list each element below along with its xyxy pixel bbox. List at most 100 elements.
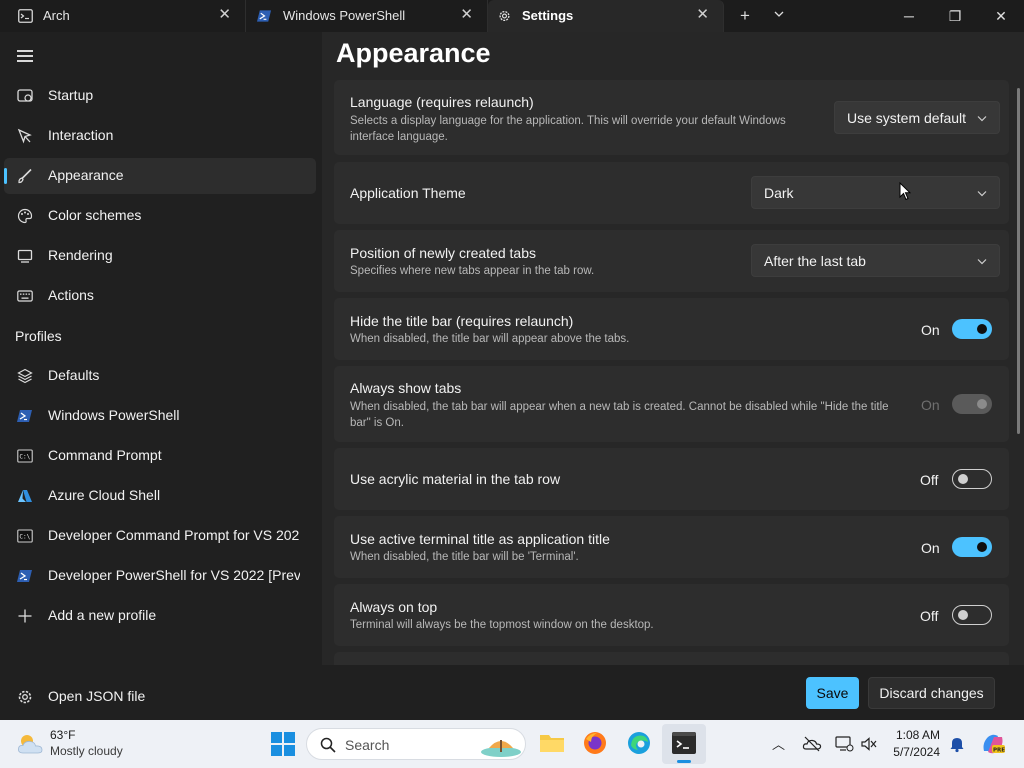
plus-icon — [18, 609, 32, 623]
nav-item-command-prompt[interactable]: C:\ Command Prompt — [4, 438, 316, 474]
copilot-icon[interactable]: PRE — [980, 731, 1006, 757]
setting-acrylic-tab-row: Use acrylic material in the tab row Off — [334, 448, 1009, 510]
clock-time[interactable]: 1:08 AM — [880, 728, 940, 742]
close-icon[interactable]: ✕ — [460, 7, 473, 23]
hide-title-bar-toggle[interactable] — [952, 319, 992, 339]
nav-item-add-profile[interactable]: Add a new profile — [4, 598, 316, 634]
action-bar: Save Discard changes — [322, 665, 1024, 720]
network-icon[interactable] — [834, 734, 854, 754]
onedrive-off-icon[interactable] — [802, 734, 822, 754]
tab-position-dropdown[interactable]: After the last tab — [751, 244, 1000, 277]
nav-item-developer-powershell[interactable]: Developer PowerShell for VS 2022 [Previe… — [4, 558, 316, 594]
nav-item-color-schemes[interactable]: Color schemes — [4, 198, 316, 234]
nav-label: Developer PowerShell for VS 2022 [Previe… — [48, 567, 300, 583]
firefox-icon[interactable] — [582, 730, 608, 756]
search-highlight-icon — [481, 740, 521, 757]
chevron-down-icon — [977, 116, 987, 122]
setting-language: Language (requires relaunch) Selects a d… — [334, 80, 1009, 155]
toggle-state-label: Off — [920, 472, 939, 488]
search-icon — [320, 737, 336, 753]
tab-label: Settings — [522, 8, 574, 23]
weather-widget[interactable]: 63°F Mostly cloudy — [12, 724, 132, 764]
close-icon[interactable]: ✕ — [696, 7, 709, 23]
hamburger-menu-icon[interactable] — [17, 50, 33, 62]
svg-text:C:\: C:\ — [19, 454, 30, 461]
clock-date[interactable]: 5/7/2024 — [880, 745, 940, 759]
nav-item-open-json[interactable]: Open JSON file — [4, 679, 316, 715]
mouse-cursor-icon — [899, 182, 911, 201]
setting-always-on-top: Always on top Terminal will always be th… — [334, 584, 1009, 646]
tab-settings[interactable]: Settings ✕ — [488, 0, 724, 32]
nav-item-windows-powershell[interactable]: Windows PowerShell — [4, 398, 316, 434]
save-button[interactable]: Save — [806, 677, 859, 709]
always-on-top-toggle[interactable] — [952, 605, 992, 625]
nav-item-developer-command-prompt[interactable]: C:\ Developer Command Prompt for VS 2022… — [4, 518, 316, 554]
active-title-toggle[interactable] — [952, 537, 992, 557]
nav-item-defaults[interactable]: Defaults — [4, 358, 316, 394]
nav-label: Interaction — [48, 127, 114, 143]
close-window-button[interactable]: ✕ — [978, 0, 1024, 32]
search-placeholder: Search — [345, 737, 390, 753]
layers-icon — [17, 368, 33, 384]
nav-item-startup[interactable]: Startup — [4, 78, 316, 114]
minimize-button[interactable]: ─ — [886, 0, 932, 32]
setting-description: Terminal will always be the topmost wind… — [350, 619, 654, 631]
maximize-button[interactable]: ❐ — [932, 0, 978, 32]
windows-start-icon[interactable] — [271, 732, 295, 756]
chevron-down-icon — [977, 191, 987, 197]
setting-title: Use acrylic material in the tab row — [350, 471, 561, 487]
weather-temperature: 63°F — [50, 728, 76, 742]
cursor-icon — [17, 128, 32, 144]
gear-icon — [499, 10, 510, 22]
language-dropdown[interactable]: Use system default — [834, 101, 1000, 134]
svg-text:C:\: C:\ — [19, 534, 30, 541]
nav-item-azure-cloud-shell[interactable]: Azure Cloud Shell — [4, 478, 316, 514]
terminal-icon — [672, 732, 696, 754]
nav-label: Color schemes — [48, 207, 142, 223]
nav-item-appearance[interactable]: Appearance — [4, 158, 316, 194]
acrylic-tab-row-toggle[interactable] — [952, 469, 992, 489]
edge-icon[interactable] — [626, 730, 652, 756]
tab-arch[interactable]: Arch ✕ — [0, 0, 246, 32]
cmd-icon: C:\ — [17, 449, 33, 463]
nav-item-actions[interactable]: Actions — [4, 278, 316, 314]
dropdown-value: Dark — [764, 185, 794, 201]
chevron-up-icon[interactable]: ︿ — [772, 734, 785, 753]
setting-description: When disabled, the title bar will be 'Te… — [350, 551, 579, 563]
theme-dropdown[interactable]: Dark — [751, 176, 1000, 209]
volume-muted-icon[interactable] — [860, 735, 878, 753]
terminal-taskbar-button[interactable] — [662, 724, 706, 764]
dropdown-value: After the last tab — [764, 253, 866, 269]
chevron-down-icon[interactable] — [773, 8, 785, 20]
toggle-state-label: Off — [920, 608, 939, 624]
nav-label: Command Prompt — [48, 447, 162, 463]
close-icon[interactable]: ✕ — [218, 7, 231, 23]
setting-description: When disabled, the tab bar will appear w… — [350, 401, 889, 429]
active-indicator — [677, 760, 691, 763]
setting-active-title: Use active terminal title as application… — [334, 516, 1009, 578]
nav-label: Rendering — [48, 247, 113, 263]
tab-windows-powershell[interactable]: Windows PowerShell ✕ — [246, 0, 488, 32]
page-title: Appearance — [336, 38, 491, 68]
nav-item-interaction[interactable]: Interaction — [4, 118, 316, 154]
scrollbar[interactable] — [1017, 88, 1020, 434]
powershell-icon — [17, 570, 32, 582]
new-tab-button[interactable]: + — [740, 6, 750, 26]
monitor-icon — [17, 249, 33, 263]
dropdown-value: Use system default — [847, 110, 967, 126]
toggle-state-label: On — [921, 540, 940, 556]
bell-icon[interactable] — [948, 735, 966, 753]
toggle-state-label: On — [921, 397, 940, 413]
nav-label: Open JSON file — [48, 688, 146, 704]
tab-label: Arch — [43, 8, 70, 23]
tab-bar: Arch ✕ Windows PowerShell ✕ Settings ✕ +… — [0, 0, 1024, 32]
svg-text:PRE: PRE — [993, 748, 1005, 754]
setting-new-tab-position: Position of newly created tabs Specifies… — [334, 230, 1009, 292]
taskbar-search[interactable]: Search — [306, 728, 526, 760]
minimize-icon: ─ — [904, 8, 914, 24]
nav-item-rendering[interactable]: Rendering — [4, 238, 316, 274]
palette-icon — [17, 208, 33, 224]
discard-changes-button[interactable]: Discard changes — [868, 677, 995, 709]
keyboard-icon — [17, 290, 33, 302]
file-explorer-icon[interactable] — [539, 730, 565, 756]
